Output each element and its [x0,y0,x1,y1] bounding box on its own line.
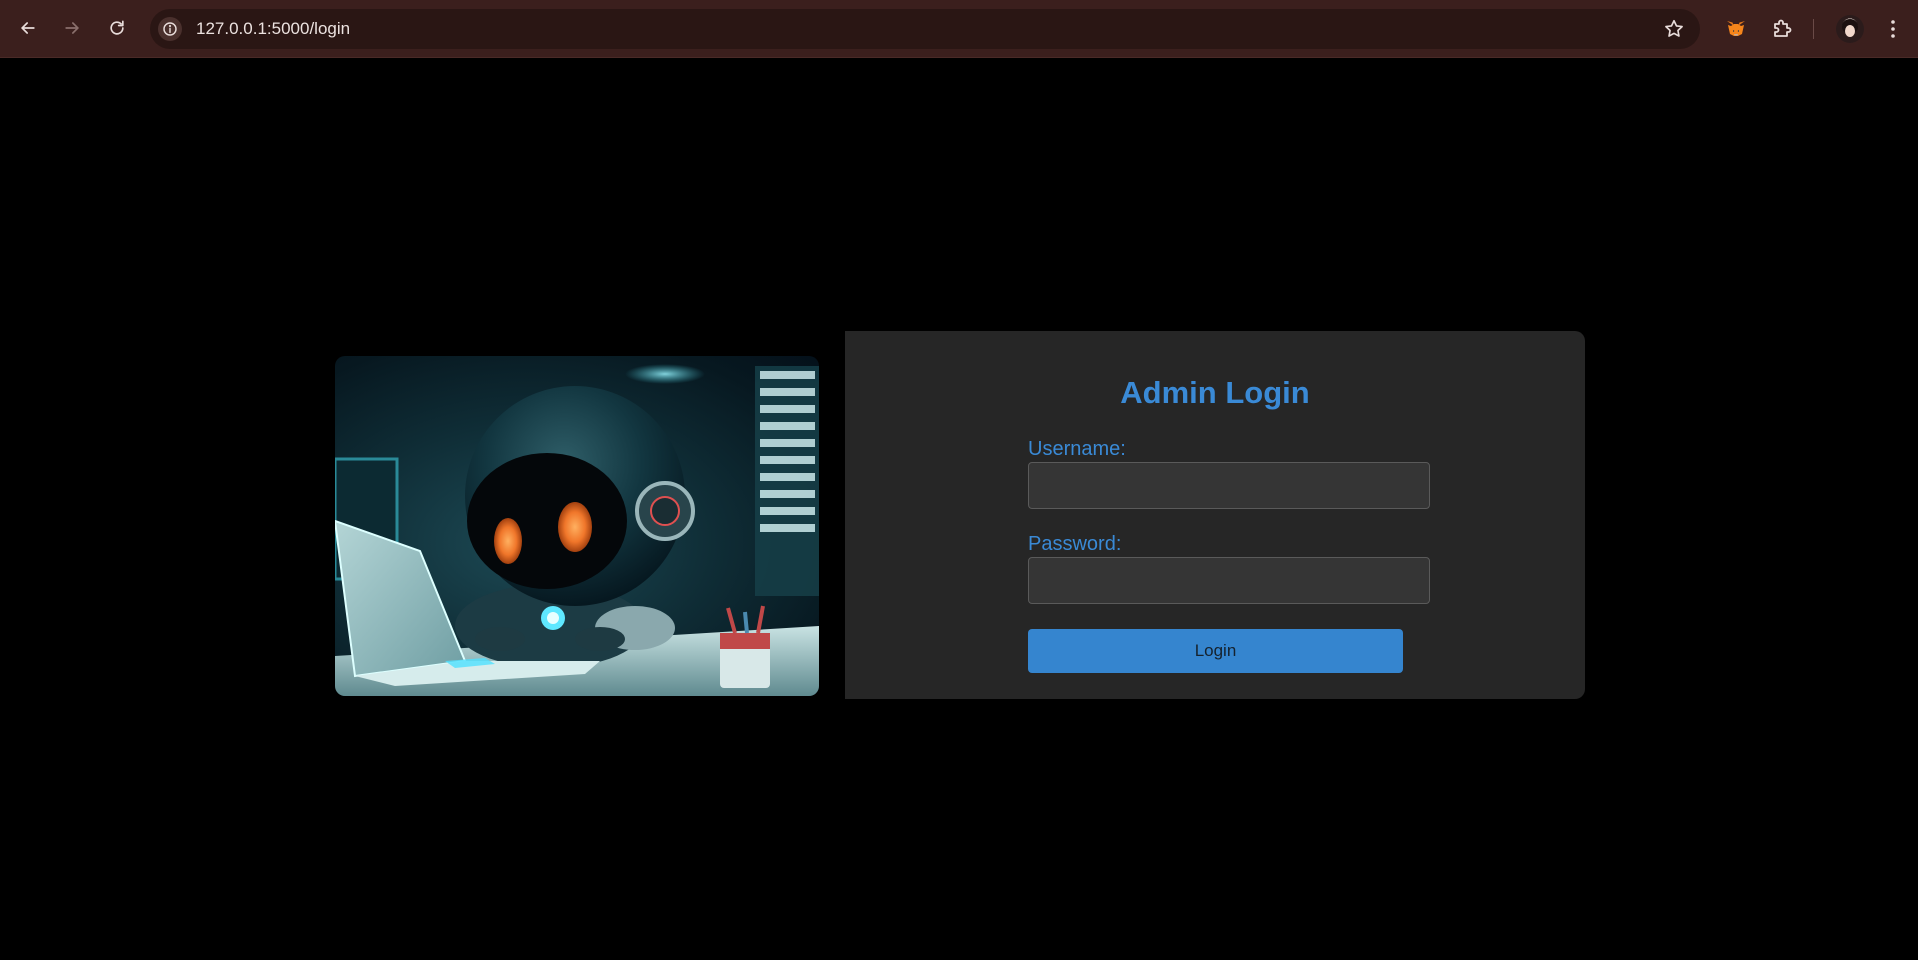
address-bar[interactable]: 127.0.0.1:5000/login [150,9,1700,49]
forward-button[interactable] [57,13,87,43]
metamask-fox-icon [1727,21,1745,36]
puzzle-icon [1774,19,1792,37]
reload-button[interactable] [102,13,132,43]
reload-icon [110,20,124,35]
star-icon [1665,19,1683,37]
kebab-menu-icon [1891,20,1895,38]
arrow-left-icon [21,22,35,34]
login-panel: Admin Login Username: Password: Login [845,331,1585,699]
url-text[interactable]: 127.0.0.1:5000/login [196,9,350,49]
extensions-button[interactable] [1768,15,1796,43]
username-input[interactable] [1028,462,1430,509]
back-button[interactable] [13,13,43,43]
page-title: Admin Login [1120,375,1310,410]
password-input[interactable] [1028,557,1430,604]
profile-avatar[interactable] [1836,15,1864,43]
info-icon [163,22,177,36]
site-info-button[interactable] [158,17,182,41]
password-label: Password: [1028,533,1122,555]
username-label: Username: [1028,438,1126,460]
arrow-right-icon [65,22,79,34]
metamask-extension-button[interactable] [1722,15,1750,43]
toolbar-divider [1813,19,1814,39]
login-button[interactable]: Login [1028,629,1403,673]
bookmark-button[interactable] [1662,17,1686,41]
browser-menu-button[interactable] [1879,15,1907,43]
robot-illustration [335,356,819,696]
browser-toolbar: 127.0.0.1:5000/login [0,0,1918,58]
